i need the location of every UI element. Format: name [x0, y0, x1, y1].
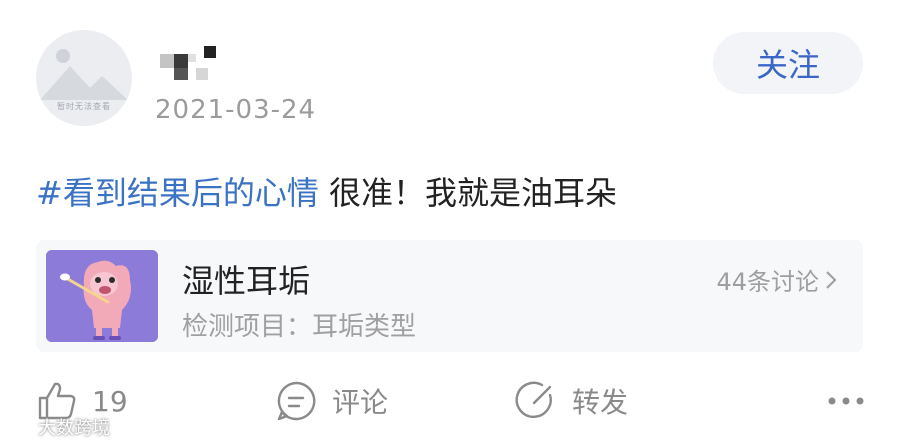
post-text: #看到结果后的心情 很准！我就是油耳朵 [36, 168, 617, 214]
share-label: 转发 [572, 386, 629, 419]
watermark: 大数跨境 [6, 414, 110, 440]
card-title: 湿性耳垢 [182, 262, 311, 300]
ear-mascot-icon [46, 250, 158, 342]
comment-icon [277, 381, 316, 421]
test-result-card[interactable]: 湿性耳垢 检测项目：耳垢类型 44条讨论 [36, 240, 863, 352]
hashtag-link[interactable]: #看到结果后的心情 [36, 174, 319, 212]
avatar[interactable]: 暂时无法查看 [36, 30, 132, 126]
chevron-right-icon [826, 270, 837, 289]
avatar-caption: 暂时无法查看 [57, 102, 111, 111]
more-options-button[interactable] [826, 378, 866, 424]
comment-label: 评论 [332, 386, 389, 419]
share-button[interactable]: 转发 [514, 378, 628, 424]
card-subtitle: 检测项目：耳垢类型 [182, 312, 417, 342]
username[interactable] [160, 42, 230, 82]
watermark-logo-icon [7, 417, 32, 435]
repost-icon [515, 381, 552, 418]
follow-button[interactable]: 关注 [713, 32, 863, 94]
discussion-link[interactable]: 44条讨论 [716, 262, 837, 297]
post-date: 2021-03-24 [155, 95, 317, 125]
comment-button[interactable]: 评论 [274, 378, 388, 424]
more-dots-icon [828, 397, 864, 405]
post-body: 很准！我就是油耳朵 [318, 174, 618, 212]
card-thumbnail [46, 250, 158, 342]
discussion-count: 44条讨论 [716, 268, 819, 296]
watermark-text: 大数跨境 [38, 418, 110, 439]
like-count: 19 [92, 384, 128, 418]
